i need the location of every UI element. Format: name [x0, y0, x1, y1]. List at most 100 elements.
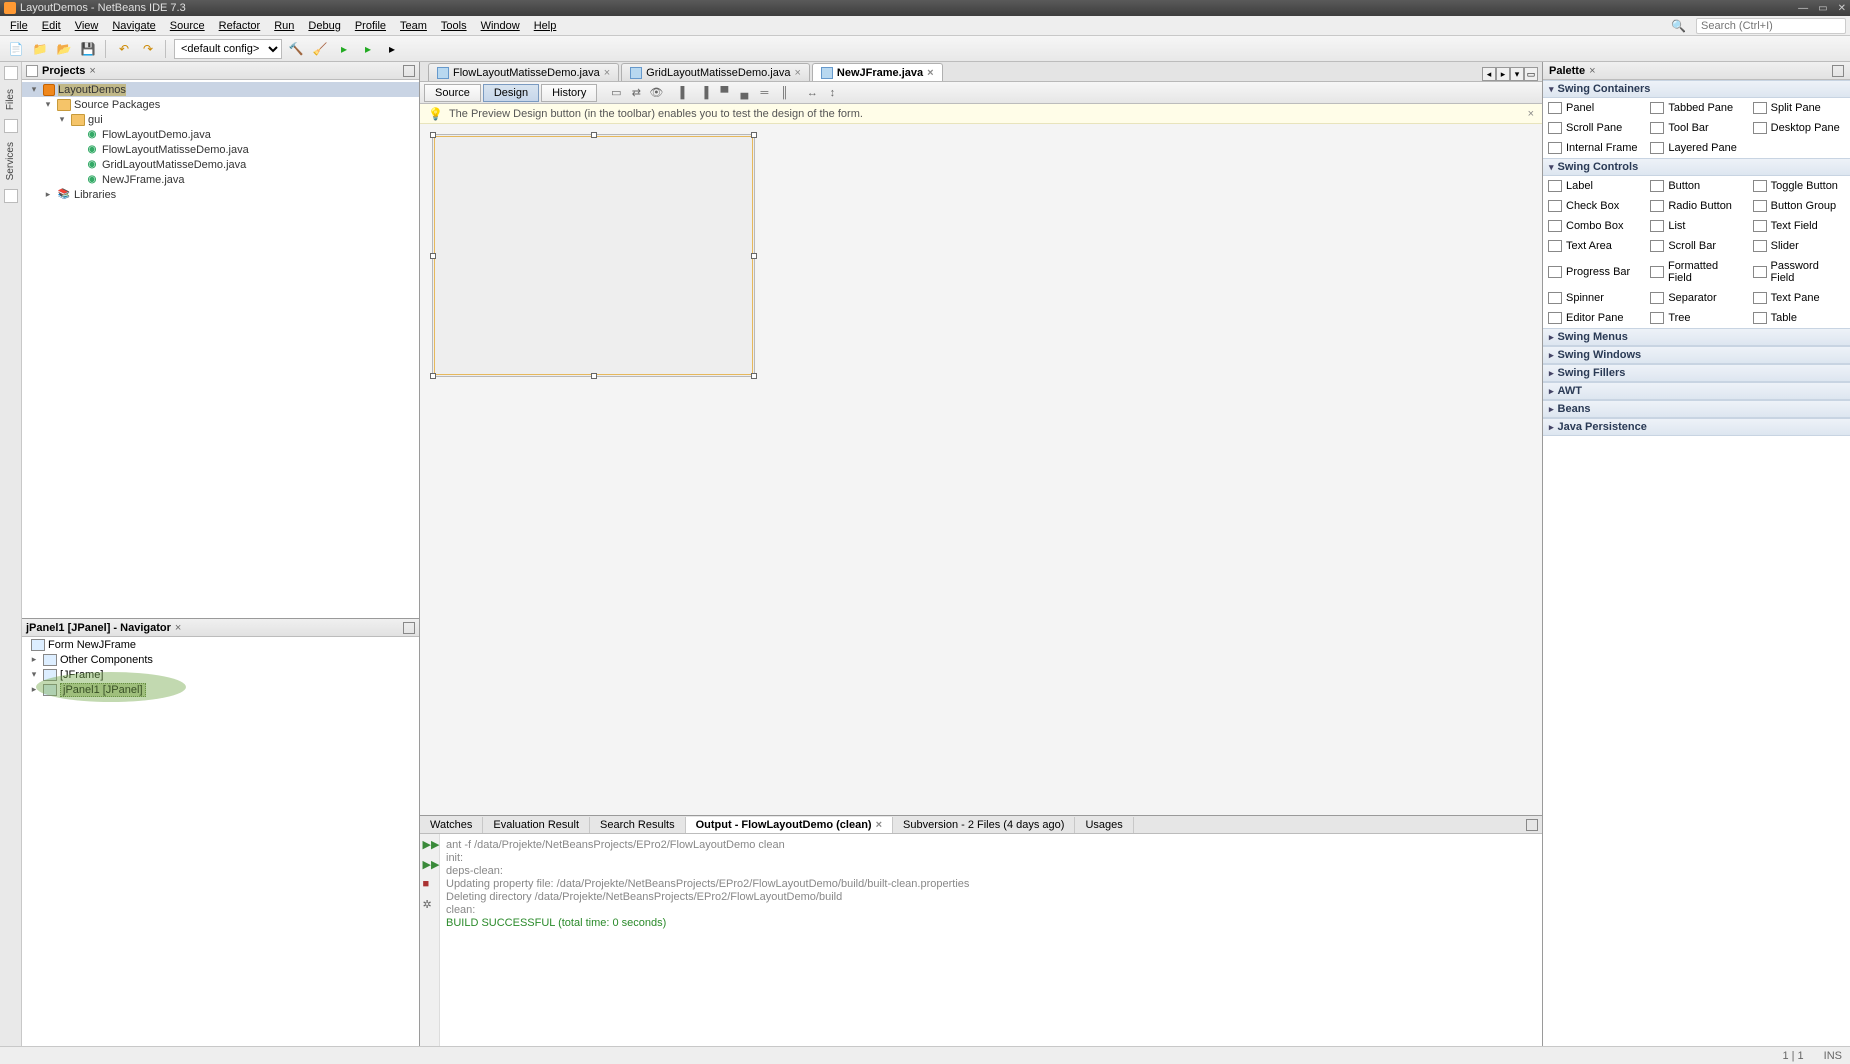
palette-item[interactable]: Panel	[1543, 98, 1645, 118]
menu-team[interactable]: Team	[394, 18, 433, 34]
stop-gutter-icon[interactable]: ■	[423, 878, 437, 892]
rail-tab-services[interactable]: Services	[4, 139, 17, 183]
align-bottom-icon[interactable]: ▄	[735, 84, 753, 102]
center-h-icon[interactable]: ═	[755, 84, 773, 102]
palette-item[interactable]: Spinner	[1543, 288, 1645, 308]
pane-minimize-icon[interactable]	[403, 622, 415, 634]
connection-mode-icon[interactable]: ⇄	[627, 84, 645, 102]
palette-item[interactable]: Check Box	[1543, 196, 1645, 216]
debug-button[interactable]: ▸	[358, 39, 378, 59]
palette-item[interactable]: Split Pane	[1748, 98, 1850, 118]
palette-item[interactable]: Text Field	[1748, 216, 1850, 236]
align-right-icon[interactable]: ▐	[695, 84, 713, 102]
palette-item[interactable]: Radio Button	[1645, 196, 1747, 216]
other-components-node[interactable]: ▸Other Components	[22, 652, 419, 667]
menu-help[interactable]: Help	[528, 18, 563, 34]
pane-minimize-icon[interactable]	[403, 65, 415, 77]
hint-close-icon[interactable]: ×	[1528, 108, 1534, 120]
undo-button[interactable]: ↶	[114, 39, 134, 59]
palette-item[interactable]: Table	[1748, 308, 1850, 328]
jframe-preview[interactable]	[432, 134, 755, 377]
clean-build-button[interactable]: 🧹	[310, 39, 330, 59]
projects-tree[interactable]: ▾LayoutDemos ▾Source Packages ▾gui ◉Flow…	[22, 80, 419, 618]
palette-item[interactable]: Internal Frame	[1543, 138, 1645, 158]
jframe-node[interactable]: ▾[JFrame]	[22, 667, 419, 682]
rail-icon[interactable]	[4, 66, 18, 80]
menu-refactor[interactable]: Refactor	[213, 18, 267, 34]
menu-navigate[interactable]: Navigate	[106, 18, 161, 34]
editor-tab[interactable]: NewJFrame.java×	[812, 63, 943, 81]
palette-close-icon[interactable]: ×	[1589, 65, 1595, 77]
palette-item[interactable]: Editor Pane	[1543, 308, 1645, 328]
close-icon[interactable]: ✕	[1838, 3, 1846, 14]
build-button[interactable]: 🔨	[286, 39, 306, 59]
palette-group-header[interactable]: ▾ Swing Containers	[1543, 80, 1850, 98]
save-all-button[interactable]: 💾	[78, 39, 98, 59]
menu-profile[interactable]: Profile	[349, 18, 392, 34]
editor-tab[interactable]: GridLayoutMatisseDemo.java×	[621, 63, 810, 81]
palette-group-header[interactable]: ▸ Beans	[1543, 400, 1850, 418]
run-config-select[interactable]: <default config>	[174, 39, 282, 59]
palette-item[interactable]: Formatted Field	[1645, 256, 1747, 288]
palette-item[interactable]: Desktop Pane	[1748, 118, 1850, 138]
menu-tools[interactable]: Tools	[435, 18, 473, 34]
palette-item[interactable]: Label	[1543, 176, 1645, 196]
open-project-button[interactable]: 📂	[54, 39, 74, 59]
tab-close-icon[interactable]: ×	[604, 67, 610, 79]
palette-item[interactable]: Text Area	[1543, 236, 1645, 256]
project-node[interactable]: ▾LayoutDemos	[22, 82, 419, 97]
palette-item[interactable]: Combo Box	[1543, 216, 1645, 236]
palette-item[interactable]: Scroll Bar	[1645, 236, 1747, 256]
jpanel-node[interactable]: ▸jPanel1 [JPanel]	[22, 682, 419, 697]
minimize-icon[interactable]: —	[1798, 3, 1808, 14]
palette-item[interactable]: Button	[1645, 176, 1747, 196]
rail-tab-files[interactable]: Files	[4, 86, 17, 113]
form-designer-canvas[interactable]	[420, 124, 1542, 815]
center-v-icon[interactable]: ║	[775, 84, 793, 102]
editor-tab[interactable]: FlowLayoutMatisseDemo.java×	[428, 63, 619, 81]
design-view-button[interactable]: Design	[483, 84, 539, 102]
palette-group-header[interactable]: ▸ AWT	[1543, 382, 1850, 400]
menu-run[interactable]: Run	[268, 18, 300, 34]
resize-v-icon[interactable]: ↕	[823, 84, 841, 102]
package-node[interactable]: ▾gui	[22, 112, 419, 127]
palette-item[interactable]: Text Pane	[1748, 288, 1850, 308]
palette-group-header[interactable]: ▸ Swing Fillers	[1543, 364, 1850, 382]
palette-group-header[interactable]: ▸ Swing Menus	[1543, 328, 1850, 346]
source-packages-node[interactable]: ▾Source Packages	[22, 97, 419, 112]
maximize-icon[interactable]: ▭	[1818, 3, 1827, 14]
menu-edit[interactable]: Edit	[36, 18, 67, 34]
palette-group-header[interactable]: ▸ Java Persistence	[1543, 418, 1850, 436]
source-view-button[interactable]: Source	[424, 84, 481, 102]
tab-list-icon[interactable]: ▾	[1510, 67, 1524, 81]
palette-item[interactable]: Toggle Button	[1748, 176, 1850, 196]
output-tab-watches[interactable]: Watches	[420, 817, 483, 833]
redo-button[interactable]: ↷	[138, 39, 158, 59]
palette-item[interactable]: Password Field	[1748, 256, 1850, 288]
navigator-close-icon[interactable]: ×	[175, 622, 181, 634]
palette-item[interactable]: Slider	[1748, 236, 1850, 256]
selection-mode-icon[interactable]: ▭	[607, 84, 625, 102]
projects-close-icon[interactable]: ×	[89, 65, 95, 77]
rail-icon[interactable]	[4, 119, 18, 133]
palette-item[interactable]: Layered Pane	[1645, 138, 1747, 158]
java-file-node[interactable]: ◉NewJFrame.java	[22, 172, 419, 187]
output-tab-output[interactable]: Output - FlowLayoutDemo (clean)×	[686, 817, 893, 833]
run-gutter-icon[interactable]: ▶▶	[423, 858, 437, 872]
palette-group-header[interactable]: ▾ Swing Controls	[1543, 158, 1850, 176]
palette-item[interactable]: Separator	[1645, 288, 1747, 308]
output-minimize-icon[interactable]	[1526, 819, 1538, 831]
align-left-icon[interactable]: ▌	[675, 84, 693, 102]
settings-gutter-icon[interactable]: ✲	[423, 898, 437, 912]
run-gutter-icon[interactable]: ▶▶	[423, 838, 437, 852]
new-file-button[interactable]: 📄	[6, 39, 26, 59]
new-project-button[interactable]: 📁	[30, 39, 50, 59]
palette-item[interactable]: List	[1645, 216, 1747, 236]
palette-item[interactable]: Button Group	[1748, 196, 1850, 216]
pane-minimize-icon[interactable]	[1832, 65, 1844, 77]
java-file-node[interactable]: ◉FlowLayoutMatisseDemo.java	[22, 142, 419, 157]
menu-view[interactable]: View	[69, 18, 105, 34]
palette-item[interactable]: Scroll Pane	[1543, 118, 1645, 138]
preview-design-icon[interactable]: 👁	[647, 84, 665, 102]
output-tab-eval[interactable]: Evaluation Result	[483, 817, 590, 833]
